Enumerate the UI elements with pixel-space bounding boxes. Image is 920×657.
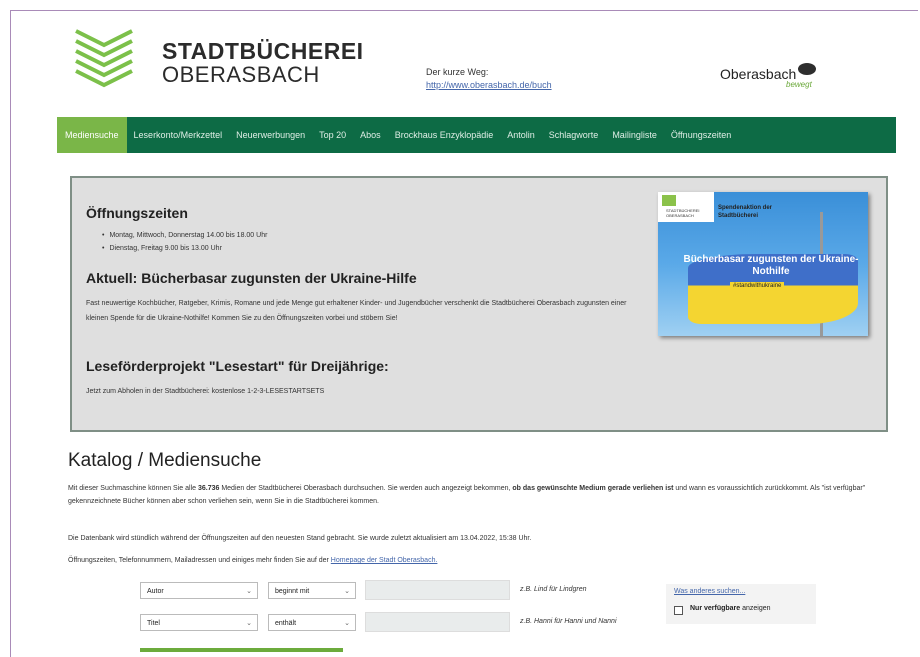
short-way-label: Der kurze Weg:: [426, 67, 489, 77]
search-mode-select-2[interactable]: enthält ⌄: [268, 614, 356, 631]
poster-title: Spendenaktion der Stadtbücherei: [718, 205, 773, 219]
nav-item-oeffnungszeiten[interactable]: Öffnungszeiten: [664, 117, 738, 153]
poster-logo: STADTBÜCHEREI OBERASBACH: [658, 192, 714, 222]
search-hint-1: z.B. Lind für Lindgren: [520, 586, 587, 593]
available-only-label[interactable]: Nur verfügbare anzeigen: [690, 605, 771, 612]
list-item: Dienstag, Freitag 9.00 bis 13.00 Uhr: [102, 245, 267, 252]
catalog-heading: Katalog / Mediensuche: [68, 450, 262, 471]
available-only-checkbox[interactable]: [674, 606, 683, 615]
search-hint-2: z.B. Hanni für Hanni und Nanni: [520, 618, 617, 625]
catalog-update-note: Die Datenbank wird stündlich während der…: [68, 535, 532, 542]
info-box: Öffnungszeiten Montag, Mittwoch, Donners…: [70, 176, 888, 432]
search-button-edge[interactable]: [140, 648, 343, 652]
nav-item-antolin[interactable]: Antolin: [500, 117, 542, 153]
search-field-select-1[interactable]: Autor ⌄: [140, 582, 258, 599]
library-logo-icon[interactable]: [72, 27, 136, 91]
search-options-panel: Was anderes suchen... Nur verfügbare anz…: [666, 584, 816, 624]
town-logo-sub: bewegt: [786, 80, 812, 89]
library-name-line1: STADTBÜCHEREI: [162, 38, 364, 64]
chevron-down-icon: ⌄: [246, 588, 252, 595]
nav-item-neuerwerbungen[interactable]: Neuerwerbungen: [229, 117, 312, 153]
chevron-down-icon: ⌄: [246, 620, 252, 627]
search-mode-select-1[interactable]: beginnt mit ⌄: [268, 582, 356, 599]
chevron-down-icon: ⌄: [344, 620, 350, 627]
search-field-select-2[interactable]: Titel ⌄: [140, 614, 258, 631]
list-item: Montag, Mittwoch, Donnerstag 14.00 bis 1…: [102, 232, 267, 239]
opening-hours-list: Montag, Mittwoch, Donnerstag 14.00 bis 1…: [102, 232, 267, 258]
ukraine-poster-image[interactable]: STADTBÜCHEREI OBERASBACH Spendenaktion d…: [658, 192, 868, 336]
short-way-link[interactable]: http://www.oberasbach.de/buch: [426, 80, 552, 90]
chevron-down-icon: ⌄: [344, 588, 350, 595]
nav-item-mediensuche[interactable]: Mediensuche: [57, 117, 127, 153]
search-input-1[interactable]: [365, 580, 510, 600]
nav-item-top20[interactable]: Top 20: [312, 117, 353, 153]
search-input-2[interactable]: [365, 612, 510, 632]
nav-item-leserkonto[interactable]: Leserkonto/Merkzettel: [127, 117, 230, 153]
poster-headline: Bücherbasar zugunsten der Ukraine-Nothil…: [683, 254, 859, 277]
speech-bubble-icon: [798, 63, 817, 75]
other-search-link[interactable]: Was anderes suchen...: [674, 588, 745, 595]
poster-tag: #standwithukraine: [730, 282, 785, 290]
reading-project-text: Jetzt zum Abholen in der Stadtbücherei: …: [86, 388, 325, 395]
nav-item-abos[interactable]: Abos: [353, 117, 388, 153]
catalog-intro: Mit dieser Suchmaschine können Sie alle …: [68, 485, 866, 505]
nav-item-schlagworte[interactable]: Schlagworte: [542, 117, 606, 153]
opening-hours-heading: Öffnungszeiten: [86, 205, 188, 221]
main-nav: Mediensuche Leserkonto/Merkzettel Neuerw…: [57, 117, 896, 153]
library-name-line2: OBERASBACH: [162, 62, 320, 87]
nav-item-brockhaus[interactable]: Brockhaus Enzyklopädie: [388, 117, 501, 153]
news-text: Fast neuwertige Kochbücher, Ratgeber, Kr…: [86, 300, 627, 322]
homepage-link[interactable]: Homepage der Stadt Oberasbach.: [331, 557, 438, 564]
media-count: 36.736: [197, 485, 220, 492]
news-heading: Aktuell: Bücherbasar zugunsten der Ukrai…: [86, 270, 417, 286]
nav-item-mailingliste[interactable]: Mailingliste: [605, 117, 664, 153]
reading-project-heading: Leseförderprojekt "Lesestart" für Dreijä…: [86, 358, 389, 374]
town-logo-text: Oberasbach: [720, 66, 797, 82]
town-logo[interactable]: Oberasbach bewegt: [720, 63, 817, 89]
catalog-more-info: Öffnungszeiten, Telefonnummern, Mailadre…: [68, 557, 438, 564]
